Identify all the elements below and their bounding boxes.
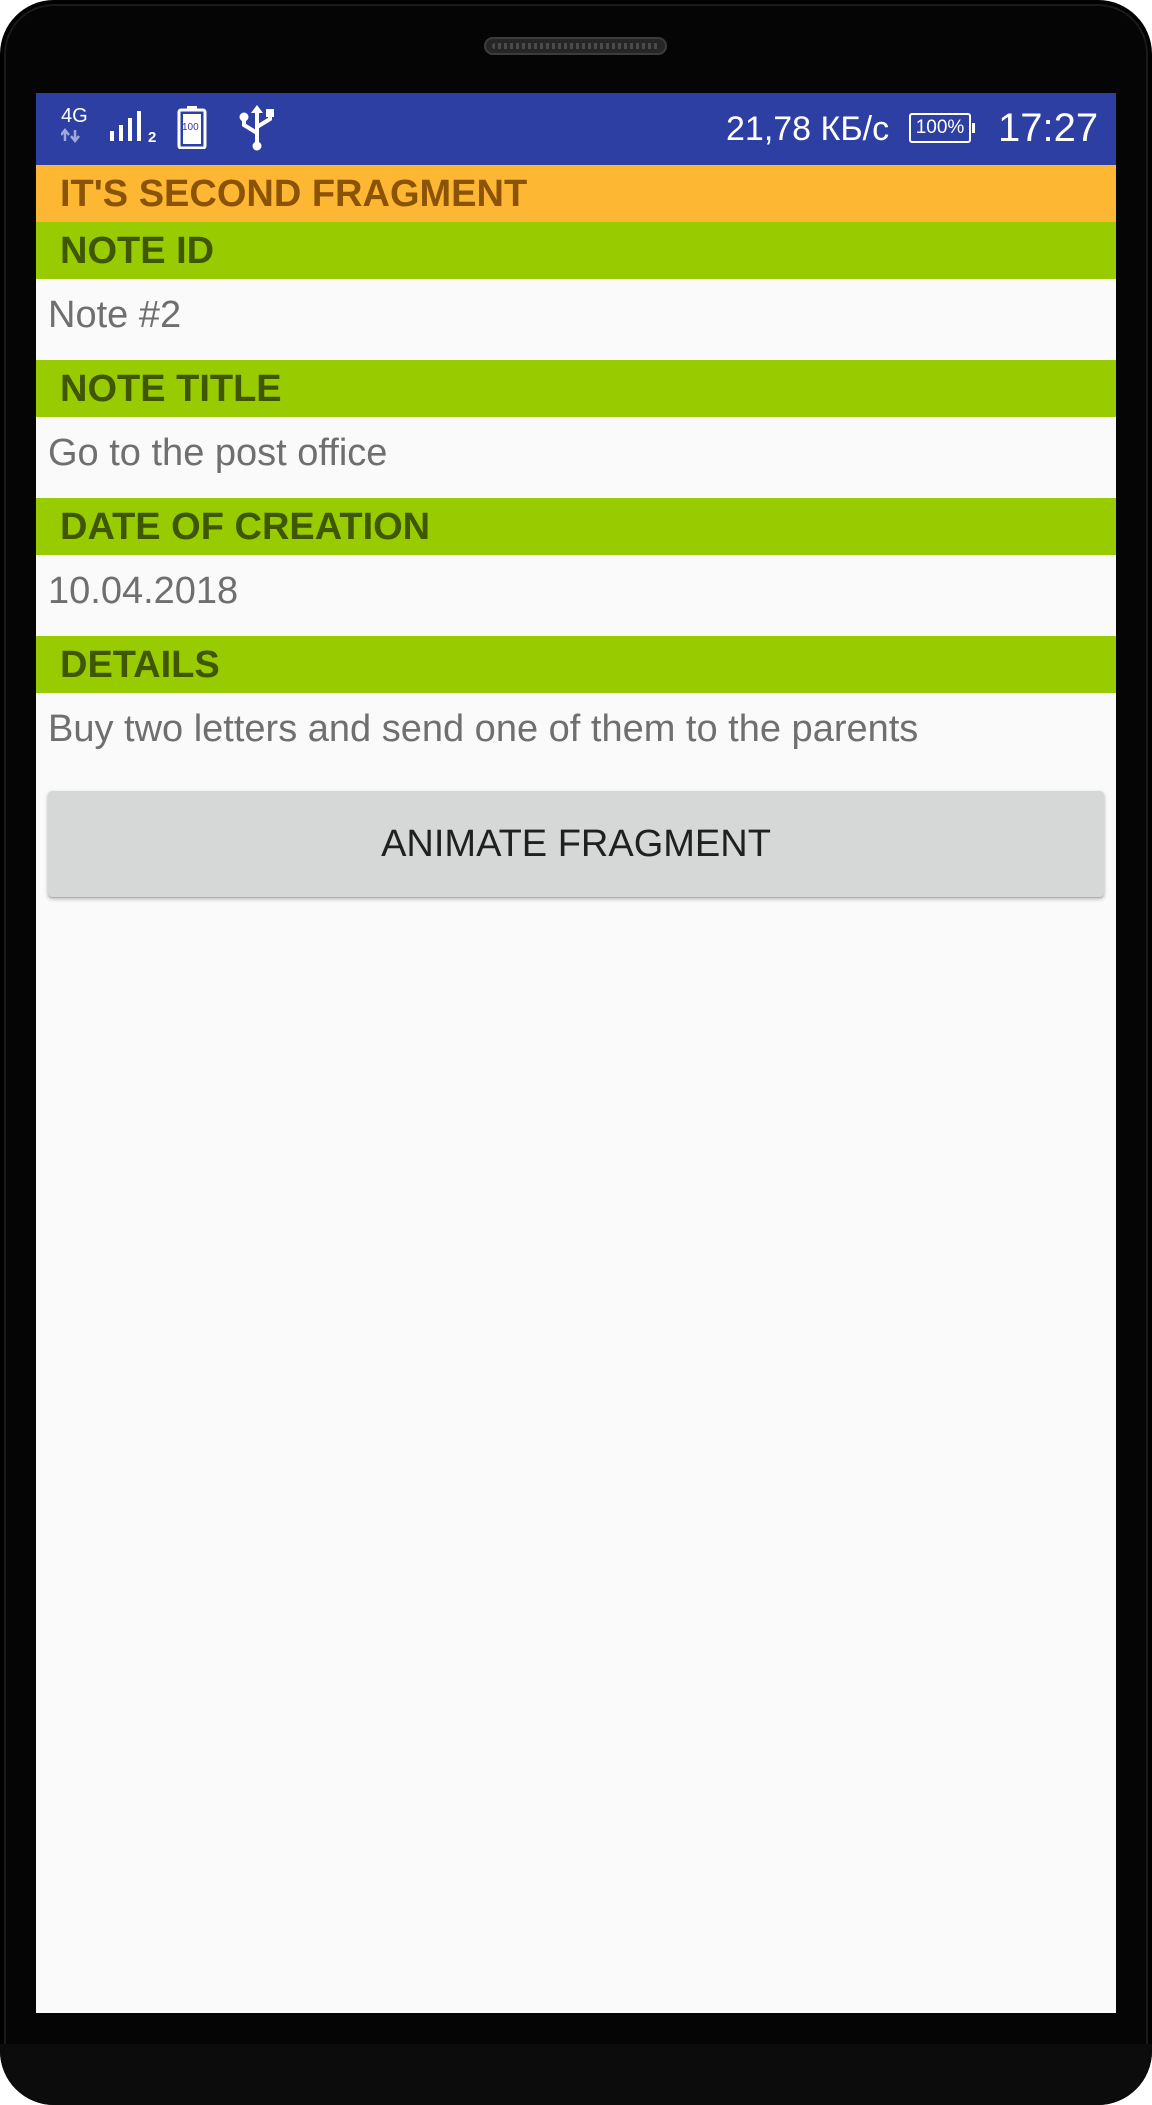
status-bar: 4G 2 100 21,78 КБ/с 100% 17:27 <box>36 93 1116 165</box>
fragment-header-title: IT'S SECOND FRAGMENT <box>60 173 528 215</box>
note-id-label-bar: NOTE ID <box>36 222 1116 279</box>
app-screen: 4G 2 100 21,78 КБ/с 100% 17:27 IT'S SECO… <box>36 93 1116 2013</box>
note-id-value: Note #2 <box>48 294 182 336</box>
phone-bottom-bezel <box>0 2044 1152 2105</box>
network-speed: 21,78 КБ/с <box>726 110 890 148</box>
note-id-label: NOTE ID <box>60 230 215 272</box>
note-title-label: NOTE TITLE <box>60 368 282 410</box>
data-arrows-icon <box>60 127 80 144</box>
signal-icon: 2 <box>108 111 160 151</box>
date-label-bar: DATE OF CREATION <box>36 498 1116 555</box>
details-label-bar: DETAILS <box>36 636 1116 693</box>
battery-percent: 100% <box>909 113 975 143</box>
note-title-label-bar: NOTE TITLE <box>36 360 1116 417</box>
date-of-creation-value: 10.04.2018 <box>48 570 239 612</box>
date-of-creation-label: DATE OF CREATION <box>60 506 431 548</box>
details-value: Buy two letters and send one of them to … <box>48 708 919 750</box>
fragment-header: IT'S SECOND FRAGMENT <box>36 165 1116 222</box>
status-time: 17:27 <box>998 106 1099 150</box>
sim-slot-label: 2 <box>148 129 157 146</box>
animate-fragment-button[interactable]: ANIMATE FRAGMENT <box>48 791 1104 897</box>
phone-frame: 4G 2 100 21,78 КБ/с 100% 17:27 IT'S SECO… <box>0 0 1152 2105</box>
usb-icon <box>236 105 278 151</box>
network-type-text: 4G <box>61 105 88 127</box>
battery-icon-level: 100 <box>182 122 199 133</box>
details-label: DETAILS <box>60 644 220 686</box>
note-title-value: Go to the post office <box>48 432 388 474</box>
battery-icon: 100 <box>177 105 207 151</box>
network-4g-icon: 4G <box>60 105 97 151</box>
earpiece-speaker <box>484 37 667 55</box>
